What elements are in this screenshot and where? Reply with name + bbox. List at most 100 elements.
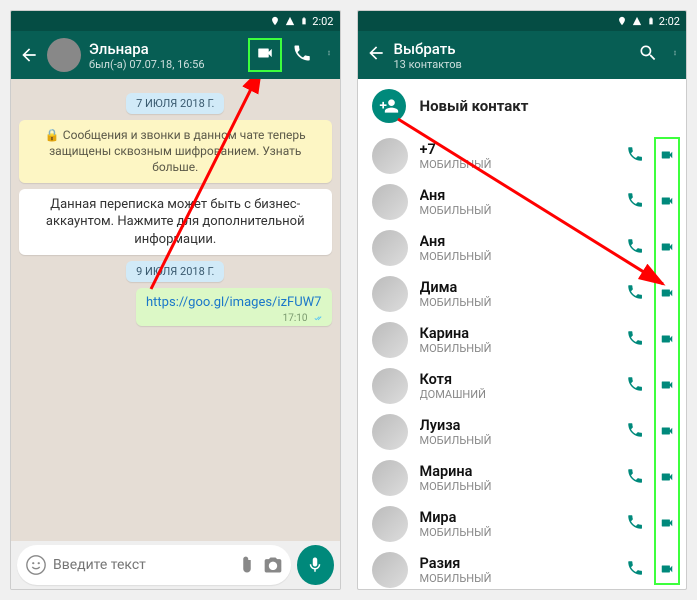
voice-call-button[interactable] — [626, 191, 644, 213]
voice-call-button[interactable] — [626, 283, 644, 305]
date-divider: 7 ИЮЛЯ 2018 Г. — [126, 93, 224, 114]
video-call-button[interactable] — [658, 515, 676, 534]
location-icon — [270, 16, 280, 26]
contact-info: +7 МОБИЛЬНЫЙ — [420, 141, 615, 171]
business-notice[interactable]: Данная переписка может быть с бизнес-акк… — [19, 189, 332, 256]
contact-name: +7 — [420, 141, 615, 158]
status-bar: 2:02 — [358, 11, 687, 31]
video-call-button[interactable] — [658, 331, 676, 350]
voice-call-button[interactable] — [626, 145, 644, 167]
more-vert-icon — [672, 43, 678, 63]
video-call-button[interactable] — [658, 285, 676, 304]
arrow-back-icon — [366, 43, 386, 63]
input-bar — [11, 541, 340, 589]
voice-call-button[interactable] — [626, 421, 644, 443]
video-call-button[interactable] — [658, 147, 676, 166]
contact-info: Котя ДОМАШНИЙ — [420, 371, 615, 401]
contact-avatar — [372, 276, 408, 312]
emoji-icon[interactable] — [25, 554, 47, 576]
video-call-button[interactable] — [658, 423, 676, 442]
video-icon — [658, 470, 676, 484]
search-button[interactable] — [638, 43, 658, 67]
contact-row[interactable]: Луиза МОБИЛЬНЫЙ — [358, 409, 687, 455]
encryption-notice[interactable]: 🔒 Сообщения и звонки в данном чате тепер… — [19, 120, 332, 183]
outgoing-message[interactable]: https://goo.gl/images/izFUW7 17:10 — [136, 288, 331, 326]
back-button[interactable] — [366, 43, 386, 67]
person-add-icon — [379, 96, 399, 116]
contact-name: Эльнара — [89, 40, 244, 58]
contact-avatar[interactable] — [47, 38, 81, 72]
contact-type: МОБИЛЬНЫЙ — [420, 296, 615, 309]
contact-type: МОБИЛЬНЫЙ — [420, 434, 615, 447]
message-link[interactable]: https://goo.gl/images/izFUW7 — [146, 295, 321, 310]
contact-avatar — [372, 368, 408, 404]
voice-call-button[interactable] — [626, 559, 644, 581]
phone-icon — [626, 329, 644, 347]
attach-icon[interactable] — [237, 555, 257, 575]
arrow-back-icon — [19, 45, 39, 65]
more-button[interactable] — [326, 43, 332, 67]
contact-name: Луиза — [420, 417, 615, 434]
chat-screen: 2:02 Эльнара был(-а) 07.07.18, 16:56 7 И… — [10, 10, 341, 590]
camera-icon[interactable] — [263, 555, 283, 575]
contact-info: Разия МОБИЛЬНЫЙ — [420, 555, 615, 585]
contact-avatar — [372, 552, 408, 588]
contact-row[interactable]: +7 МОБИЛЬНЫЙ — [358, 133, 687, 179]
contact-avatar — [372, 322, 408, 358]
contact-type: МОБИЛЬНЫЙ — [420, 342, 615, 355]
video-call-button[interactable] — [658, 239, 676, 258]
location-icon — [617, 16, 627, 26]
video-call-button[interactable] — [658, 469, 676, 488]
video-call-button[interactable] — [252, 42, 278, 68]
video-icon — [658, 286, 676, 300]
contact-name: Аня — [420, 187, 615, 204]
phone-icon — [626, 421, 644, 439]
video-icon — [658, 332, 676, 346]
voice-call-button[interactable] — [626, 237, 644, 259]
voice-call-button[interactable] — [626, 467, 644, 489]
video-icon — [658, 562, 676, 576]
battery-icon — [300, 15, 308, 27]
contact-header[interactable]: Эльнара был(-а) 07.07.18, 16:56 — [89, 40, 244, 71]
contact-info: Дима МОБИЛЬНЫЙ — [420, 279, 615, 309]
contact-row[interactable]: Аня МОБИЛЬНЫЙ — [358, 225, 687, 271]
contact-row[interactable]: Дима МОБИЛЬНЫЙ — [358, 271, 687, 317]
voice-call-button[interactable] — [626, 375, 644, 397]
status-bar: 2:02 — [11, 11, 340, 31]
contact-row[interactable]: Аня МОБИЛЬНЫЙ — [358, 179, 687, 225]
voice-call-button[interactable] — [626, 513, 644, 535]
video-call-button[interactable] — [658, 561, 676, 580]
contact-avatar — [372, 184, 408, 220]
video-call-button[interactable] — [658, 377, 676, 396]
more-button[interactable] — [672, 43, 678, 67]
contact-row[interactable]: Марина МОБИЛЬНЫЙ — [358, 455, 687, 501]
voice-call-button[interactable] — [626, 329, 644, 351]
contacts-list[interactable]: Новый контакт +7 МОБИЛЬНЫЙ Аня МОБИЛЬНЫЙ — [358, 79, 687, 589]
message-input-box[interactable] — [17, 545, 291, 585]
contact-type: МОБИЛЬНЫЙ — [420, 572, 615, 585]
date-divider: 9 ИЮЛЯ 2018 Г. — [126, 261, 224, 282]
voice-call-button[interactable] — [292, 43, 312, 67]
video-icon — [658, 148, 676, 162]
contact-row[interactable]: Мира МОБИЛЬНЫЙ — [358, 501, 687, 547]
contact-info: Аня МОБИЛЬНЫЙ — [420, 233, 615, 263]
contact-row[interactable]: Котя ДОМАШНИЙ — [358, 363, 687, 409]
contact-avatar — [372, 414, 408, 450]
contact-row[interactable]: Разия МОБИЛЬНЫЙ — [358, 547, 687, 589]
video-call-button[interactable] — [658, 193, 676, 212]
back-button[interactable] — [19, 45, 39, 65]
screen-title-block: Выбрать 13 контактов — [394, 40, 631, 71]
message-input[interactable] — [53, 557, 231, 573]
last-seen: был(-а) 07.07.18, 16:56 — [89, 58, 244, 71]
contacts-appbar: Выбрать 13 контактов — [358, 31, 687, 79]
mic-icon — [306, 554, 324, 576]
chat-body[interactable]: 7 ИЮЛЯ 2018 Г. 🔒 Сообщения и звонки в да… — [11, 79, 340, 541]
contact-info: Аня МОБИЛЬНЫЙ — [420, 187, 615, 217]
new-contact-label: Новый контакт — [420, 97, 529, 115]
voice-record-button[interactable] — [297, 545, 334, 585]
phone-icon — [626, 559, 644, 577]
contact-row[interactable]: Карина МОБИЛЬНЫЙ — [358, 317, 687, 363]
contact-name: Марина — [420, 463, 615, 480]
new-contact-row[interactable]: Новый контакт — [358, 79, 687, 133]
contact-type: МОБИЛЬНЫЙ — [420, 158, 615, 171]
